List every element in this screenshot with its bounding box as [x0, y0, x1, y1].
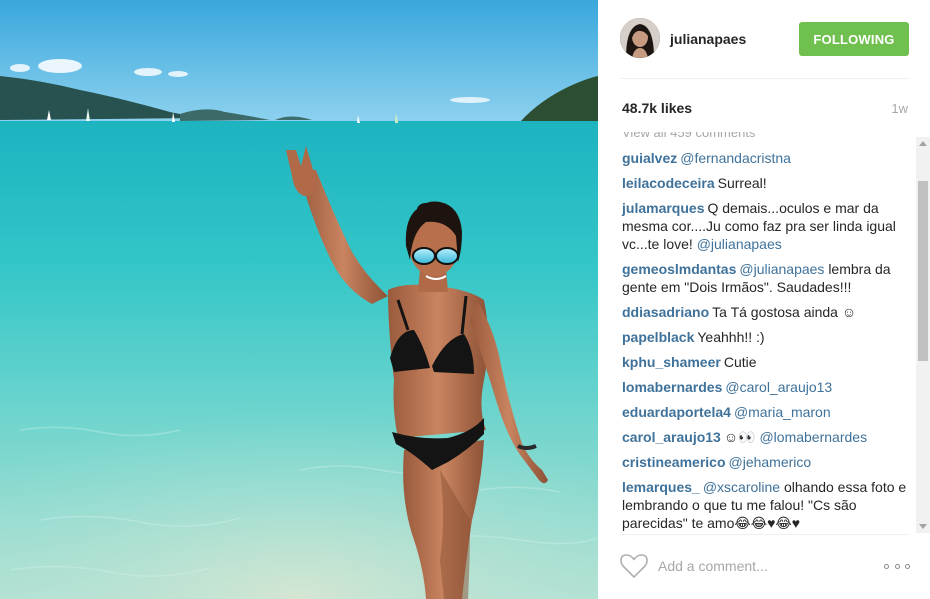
- comment-username-link[interactable]: julamarques: [622, 200, 704, 216]
- comment-username-link[interactable]: leilacodeceira: [622, 175, 715, 191]
- view-all-comments-link[interactable]: View all 459 comments: [622, 132, 912, 142]
- comment-item: cristineamerico @jehamerico: [622, 453, 912, 471]
- comment-username-link[interactable]: lomabernardes: [622, 379, 722, 395]
- comment-item: eduardaportela4 @maria_maron: [622, 403, 912, 421]
- dot: [905, 563, 910, 569]
- comment-mention-link[interactable]: @fernandacristna: [680, 150, 791, 166]
- post-footer: [598, 545, 930, 589]
- comment-username-link[interactable]: guialvez: [622, 150, 677, 166]
- comment-item: ddiasadriano Ta Tá gostosa ainda ☺: [622, 303, 912, 321]
- comment-mention-link[interactable]: @julianapaes: [697, 236, 782, 252]
- comment-item: lomabernardes @carol_araujo13: [622, 378, 912, 396]
- scroll-thumb[interactable]: [918, 181, 928, 361]
- comment-username-link[interactable]: cristineamerico: [622, 454, 726, 470]
- comment-item: guialvez @fernandacristna: [622, 149, 912, 167]
- comment-username-link[interactable]: gemeoslmdantas: [622, 261, 736, 277]
- post-photo[interactable]: [0, 0, 598, 599]
- comments-scrollbar[interactable]: [916, 137, 930, 533]
- comment-mention-link[interactable]: @julianapaes: [739, 261, 824, 277]
- comment-item: papelblack Yeahhh!! :): [622, 328, 912, 346]
- comment-mention-link[interactable]: @carol_araujo13: [725, 379, 832, 395]
- scroll-down-icon[interactable]: [919, 524, 927, 529]
- comment-username-link[interactable]: kphu_shameer: [622, 354, 721, 370]
- add-comment-input[interactable]: [658, 555, 858, 577]
- comment-text: Yeahhh!! :): [697, 329, 765, 345]
- comment-mention-link[interactable]: @xscaroline: [703, 479, 780, 495]
- comment-mention-link[interactable]: @maria_maron: [734, 404, 831, 420]
- comment-item: kphu_shameer Cutie: [622, 353, 912, 371]
- post-side-panel: julianapaes FOLLOWING 48.7k likes 1w Vie…: [598, 0, 930, 599]
- dot: [894, 563, 900, 569]
- divider: [620, 534, 909, 535]
- comment-item: gemeoslmdantas @julianapaes lembra da gen…: [622, 260, 912, 296]
- avatar[interactable]: [620, 18, 660, 58]
- comment-item: julamarques Q demais...oculos e mar da me…: [622, 199, 912, 253]
- likes-count[interactable]: 48.7k likes: [622, 100, 692, 116]
- comments-list[interactable]: View all 459 comments guialvez @fernandac…: [598, 132, 930, 534]
- comment-item: carol_araujo13 ☺👀 @lomabernardes: [622, 428, 912, 446]
- heart-outline-icon[interactable]: [620, 553, 648, 579]
- comment-username-link[interactable]: eduardaportela4: [622, 404, 731, 420]
- more-options-icon[interactable]: [884, 557, 910, 575]
- beach-photo-image: [0, 0, 598, 599]
- comment-username-link[interactable]: carol_araujo13: [622, 429, 721, 445]
- likes-row: 48.7k likes 1w: [598, 98, 930, 120]
- comment-username-link[interactable]: lemarques_: [622, 479, 700, 495]
- comment-text: Surreal!: [717, 175, 767, 191]
- following-button[interactable]: FOLLOWING: [799, 22, 909, 56]
- dot: [884, 563, 889, 569]
- comment-username-link[interactable]: ddiasadriano: [622, 304, 709, 320]
- comment-mention-link[interactable]: @jehamerico: [729, 454, 812, 470]
- comment-text: Cutie: [723, 354, 757, 370]
- post-time[interactable]: 1w: [891, 101, 908, 116]
- scroll-up-icon[interactable]: [919, 141, 927, 146]
- comment-item: lemarques_ @xscaroline olhando essa foto …: [622, 478, 912, 532]
- username-link[interactable]: julianapaes: [670, 31, 746, 47]
- divider: [620, 78, 909, 79]
- comment-username-link[interactable]: papelblack: [622, 329, 694, 345]
- comment-text: ☺👀: [723, 429, 756, 445]
- comment-mention-link[interactable]: @lomabernardes: [759, 429, 867, 445]
- comment-item: leilacodeceira Surreal!: [622, 174, 912, 192]
- profile-picture-icon: [620, 18, 660, 58]
- post-header: julianapaes FOLLOWING: [598, 0, 930, 80]
- comment-text: Ta Tá gostosa ainda ☺: [712, 304, 857, 320]
